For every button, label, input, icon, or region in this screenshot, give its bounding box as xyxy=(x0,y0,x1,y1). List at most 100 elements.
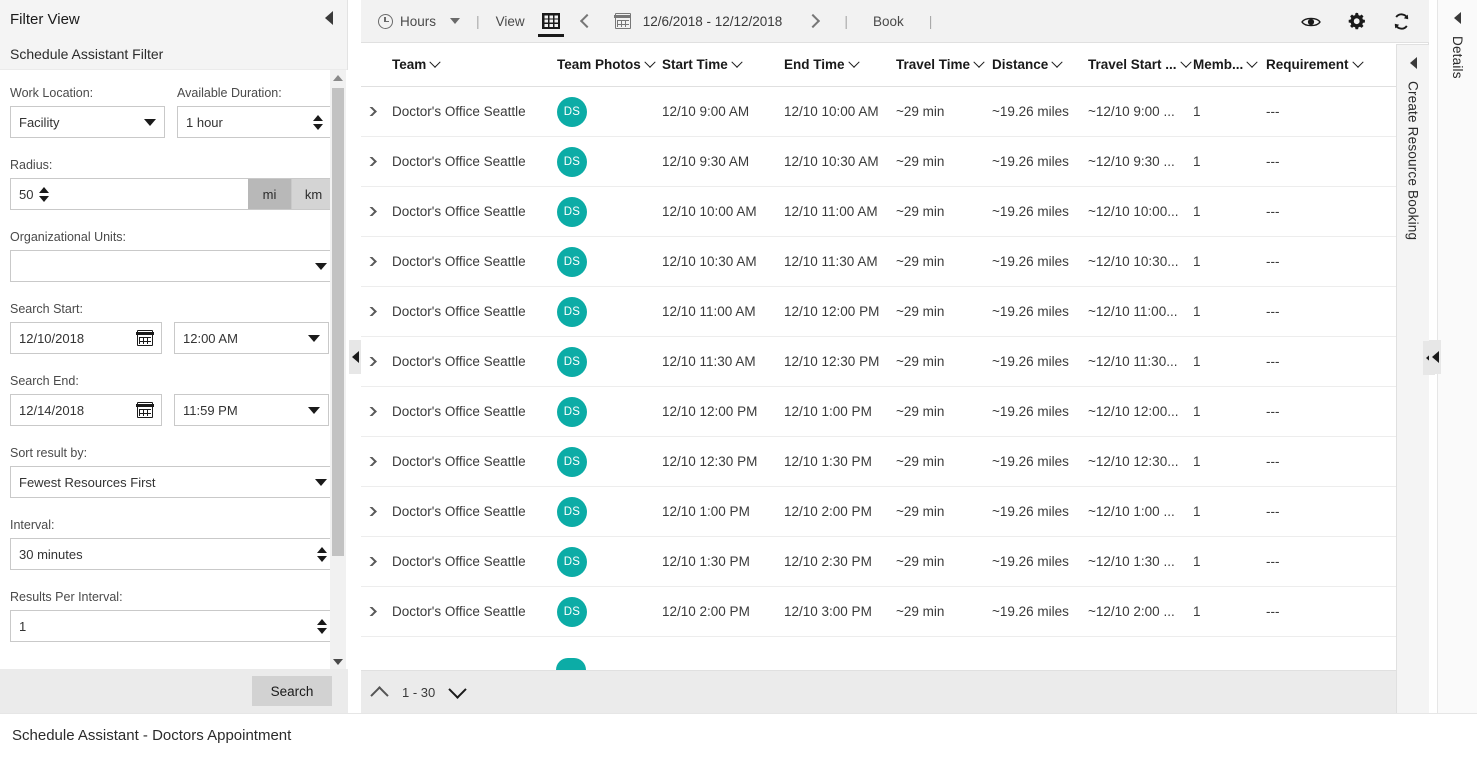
chevron-down-icon[interactable] xyxy=(1179,56,1192,68)
chevron-down-icon[interactable] xyxy=(644,56,656,68)
filter-panel-scrollbar[interactable] xyxy=(330,70,346,670)
create-resource-booking-rail[interactable]: Create Resource Booking xyxy=(1396,44,1429,713)
chevron-down-icon[interactable] xyxy=(1351,56,1364,68)
column-header-start-time[interactable]: Start Time xyxy=(662,56,784,72)
spinner-down-icon[interactable] xyxy=(317,627,327,634)
filter-panel-splitter-handle[interactable] xyxy=(349,340,361,374)
avatar[interactable]: DS xyxy=(557,596,587,627)
search-start-time-select[interactable]: 12:00 AM xyxy=(174,322,329,354)
column-header-requirement[interactable]: Requirement xyxy=(1266,56,1366,72)
spinner-up-icon[interactable] xyxy=(317,618,327,625)
chevron-down-icon[interactable] xyxy=(315,262,327,270)
table-row[interactable]: Doctor's Office Seattle DS 12/10 10:00 AM 1… xyxy=(361,187,1428,237)
avatar[interactable]: DS xyxy=(557,346,587,377)
spinner-up-icon[interactable] xyxy=(317,546,327,553)
table-row[interactable]: Doctor's Office Seattle DS 12/10 11:30 AM 1… xyxy=(361,337,1428,387)
chevron-down-icon[interactable] xyxy=(731,56,743,68)
table-row[interactable]: Doctor's Office Seattle DS 12/10 12:00 PM 1… xyxy=(361,387,1428,437)
unit-mi-button[interactable]: mi xyxy=(248,178,292,210)
column-header-members[interactable]: Memb... xyxy=(1193,56,1266,72)
spinner-icon[interactable] xyxy=(317,618,327,634)
table-row[interactable]: Doctor's Office Seattle DS 12/10 11:00 AM 1… xyxy=(361,287,1428,337)
avatar[interactable]: DS xyxy=(557,396,587,427)
chevron-right-icon[interactable] xyxy=(366,257,377,266)
spinner-up-icon[interactable] xyxy=(313,114,323,121)
chevron-right-icon[interactable] xyxy=(366,157,377,166)
rail-splitter-handle[interactable] xyxy=(1429,340,1441,374)
chevron-down-icon[interactable] xyxy=(308,406,320,414)
search-start-date-input[interactable]: 12/10/2018 xyxy=(10,322,162,354)
chevron-right-icon[interactable] xyxy=(366,357,377,366)
calendar-icon[interactable] xyxy=(136,330,154,346)
table-row[interactable]: Doctor's Office Seattle DS 12/10 2:00 PM 12… xyxy=(361,587,1428,637)
spinner-down-icon[interactable] xyxy=(317,555,327,562)
avatar[interactable]: DS xyxy=(557,546,587,577)
column-header-travel-start[interactable]: Travel Start ... xyxy=(1088,56,1193,72)
details-rail[interactable]: Details xyxy=(1437,0,1477,713)
calendar-icon[interactable] xyxy=(136,402,154,418)
table-row[interactable]: Doctor's Office Seattle DS 12/10 10:30 AM 1… xyxy=(361,237,1428,287)
caret-left-icon[interactable] xyxy=(1454,12,1461,24)
chevron-right-icon[interactable] xyxy=(366,207,377,216)
spinner-icon[interactable] xyxy=(313,114,323,130)
chevron-down-icon[interactable] xyxy=(1246,56,1258,68)
chevron-right-icon[interactable] xyxy=(366,457,377,466)
caret-left-icon[interactable] xyxy=(1409,57,1417,69)
search-end-date-input[interactable]: 12/14/2018 xyxy=(10,394,162,426)
chevron-down-icon[interactable] xyxy=(144,118,156,126)
spinner-down-icon[interactable] xyxy=(313,123,323,130)
date-range-picker[interactable]: 12/6/2018 - 12/12/2018 xyxy=(604,0,782,43)
available-duration-stepper[interactable]: 1 hour xyxy=(177,106,332,138)
spinner-up-icon[interactable] xyxy=(39,186,50,193)
table-row[interactable]: Doctor's Office Seattle DS 12/10 9:30 AM 12… xyxy=(361,137,1428,187)
column-header-end-time[interactable]: End Time xyxy=(784,56,896,72)
scrollbar-thumb[interactable] xyxy=(332,88,344,556)
eye-icon[interactable] xyxy=(1301,15,1321,27)
chevron-down-icon[interactable] xyxy=(847,56,860,68)
chevron-down-icon[interactable] xyxy=(429,56,441,68)
scroll-down-icon[interactable] xyxy=(330,654,346,670)
sort-result-by-select[interactable]: Fewest Resources First xyxy=(10,466,336,498)
search-end-time-select[interactable]: 11:59 PM xyxy=(174,394,329,426)
avatar[interactable]: DS xyxy=(557,246,587,277)
hours-unit-button[interactable]: Hours xyxy=(371,0,443,43)
table-row[interactable]: Doctor's Office Seattle DS 12/10 1:00 PM 12… xyxy=(361,487,1428,537)
avatar[interactable]: DS xyxy=(557,446,587,477)
hours-dropdown-button[interactable] xyxy=(443,0,467,43)
chevron-down-icon[interactable] xyxy=(448,679,467,699)
chevron-right-icon[interactable] xyxy=(366,407,377,416)
search-button[interactable]: Search xyxy=(252,676,332,706)
chevron-right-icon[interactable] xyxy=(366,307,377,316)
collapse-filter-panel-icon[interactable] xyxy=(325,11,333,25)
chevron-right-icon[interactable] xyxy=(366,107,377,116)
chevron-right-icon[interactable] xyxy=(366,507,377,516)
spinner-down-icon[interactable] xyxy=(39,195,50,202)
book-button[interactable]: Book xyxy=(857,0,920,43)
work-location-select[interactable]: Facility xyxy=(10,106,165,138)
avatar[interactable]: DS xyxy=(557,196,587,227)
avatar[interactable]: DS xyxy=(557,146,587,177)
spinner-icon[interactable] xyxy=(317,546,327,562)
next-period-button[interactable] xyxy=(782,0,830,43)
column-header-team-photos[interactable]: Team Photos xyxy=(557,56,662,72)
chevron-down-icon[interactable] xyxy=(315,478,327,486)
radius-input[interactable]: 50 xyxy=(10,178,248,210)
refresh-icon[interactable] xyxy=(1392,12,1411,31)
column-header-distance[interactable]: Distance xyxy=(992,56,1088,72)
chevron-down-icon[interactable] xyxy=(308,334,320,342)
chevron-down-icon[interactable] xyxy=(1051,56,1063,68)
results-per-interval-stepper[interactable]: 1 xyxy=(10,610,336,642)
table-row[interactable]: Doctor's Office Seattle DS 12/10 9:00 AM 12… xyxy=(361,87,1428,137)
previous-period-button[interactable] xyxy=(570,0,604,43)
avatar[interactable]: DS xyxy=(557,96,587,127)
gear-icon[interactable] xyxy=(1347,12,1366,31)
column-header-team[interactable]: Team xyxy=(392,56,557,72)
avatar[interactable]: DS xyxy=(557,496,587,527)
chevron-down-icon[interactable] xyxy=(973,56,985,68)
grid-view-toggle[interactable] xyxy=(532,0,570,43)
chevron-right-icon[interactable] xyxy=(366,607,377,616)
chevron-up-icon[interactable] xyxy=(370,685,389,705)
avatar[interactable]: DS xyxy=(557,296,587,327)
interval-stepper[interactable]: 30 minutes xyxy=(10,538,336,570)
chevron-right-icon[interactable] xyxy=(366,557,377,566)
